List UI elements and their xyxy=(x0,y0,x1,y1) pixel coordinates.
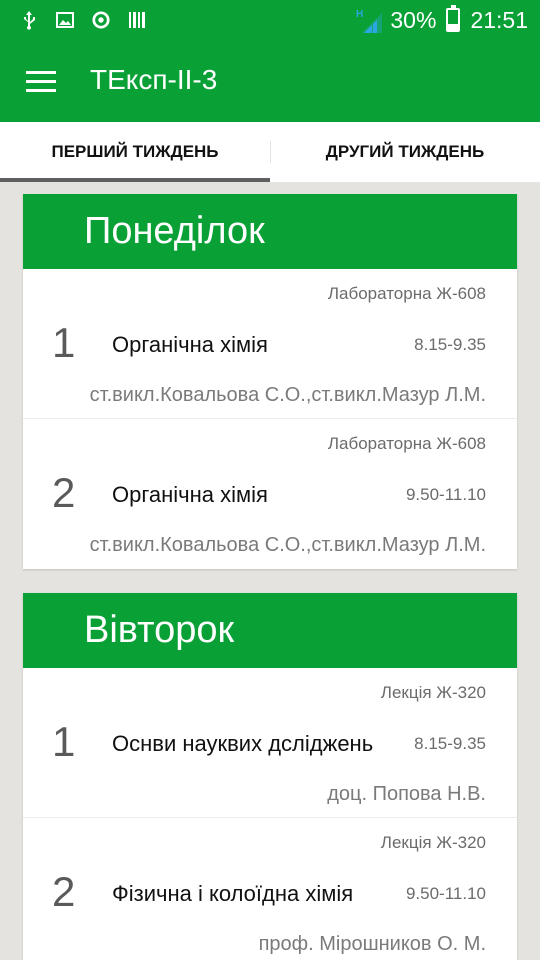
lesson-number: 2 xyxy=(52,469,76,516)
svg-text:H: H xyxy=(356,9,363,20)
signal-icon: H xyxy=(356,7,384,33)
lesson-type: Лекція Ж-320 xyxy=(380,683,486,702)
lesson-name: Фізична і колоїдна хімія xyxy=(112,881,354,906)
day-title: Вівторок xyxy=(23,593,517,668)
lesson-name: Органічна хімія xyxy=(112,482,268,507)
sync-icon xyxy=(92,10,110,30)
lesson-number: 1 xyxy=(52,319,76,366)
lesson-time: 9.50-11.10 xyxy=(405,485,486,504)
lesson-number: 2 xyxy=(52,868,76,915)
tab-first-week[interactable]: ПЕРШИЙ ТИЖДЕНЬ xyxy=(0,122,270,182)
lesson-item[interactable]: Лекція Ж-320 2 Фізична і колоїдна хімія … xyxy=(23,818,517,960)
lesson-time: 8.15-9.35 xyxy=(414,335,486,354)
notification-icons xyxy=(20,9,146,31)
app-bar: ТЕксп-ІІ-3 xyxy=(0,40,540,122)
lesson-item[interactable]: Лабораторна Ж-608 2 Органічна хімія 9.50… xyxy=(23,419,517,569)
lesson-teacher: ст.викл.Ковальова С.О.,ст.викл.Мазур Л.М… xyxy=(89,534,486,556)
lesson-number: 1 xyxy=(52,718,76,765)
barcode-icon xyxy=(128,10,146,30)
lesson-type: Лекція Ж-320 xyxy=(380,833,486,852)
lesson-teacher: доц. Попова Н.В. xyxy=(327,783,486,805)
lesson-item[interactable]: Лекція Ж-320 1 Оснви науквих дсліджень 8… xyxy=(23,668,517,818)
usb-icon xyxy=(20,10,38,30)
lesson-name: Оснви науквих дсліджень xyxy=(112,731,374,756)
day-card-tuesday: Вівторок Лекція Ж-320 1 Оснви науквих дс… xyxy=(23,593,517,960)
lesson-type: Лабораторна Ж-608 xyxy=(327,434,486,453)
lesson-name: Органічна хімія xyxy=(112,332,268,357)
lesson-time: 8.15-9.35 xyxy=(414,734,486,753)
tab-divider xyxy=(270,141,271,163)
day-title: Понеділок xyxy=(23,194,517,269)
tab-second-week[interactable]: ДРУГИЙ ТИЖДЕНЬ xyxy=(270,122,540,182)
lesson-item[interactable]: Лабораторна Ж-608 1 Органічна хімія 8.15… xyxy=(23,269,517,419)
day-card-monday: Понеділок Лабораторна Ж-608 1 Органічна … xyxy=(23,194,517,569)
hamburger-menu-icon[interactable] xyxy=(14,57,70,105)
lesson-teacher: ст.викл.Ковальова С.О.,ст.викл.Мазур Л.М… xyxy=(89,384,486,406)
lesson-time: 9.50-11.10 xyxy=(405,884,486,903)
clock: 21:51 xyxy=(470,6,528,33)
battery-icon xyxy=(446,5,461,32)
page-title: ТЕксп-ІІ-3 xyxy=(90,64,218,95)
status-bar: H 30% 21:51 xyxy=(0,0,540,40)
lesson-type: Лабораторна Ж-608 xyxy=(327,284,486,303)
image-icon xyxy=(56,10,74,30)
battery-percent: 30% xyxy=(390,6,437,33)
schedule-list[interactable]: Понеділок Лабораторна Ж-608 1 Органічна … xyxy=(0,182,540,960)
lesson-teacher: проф. Мірошников О. М. xyxy=(258,933,486,955)
system-status: H 30% 21:51 xyxy=(356,4,528,36)
